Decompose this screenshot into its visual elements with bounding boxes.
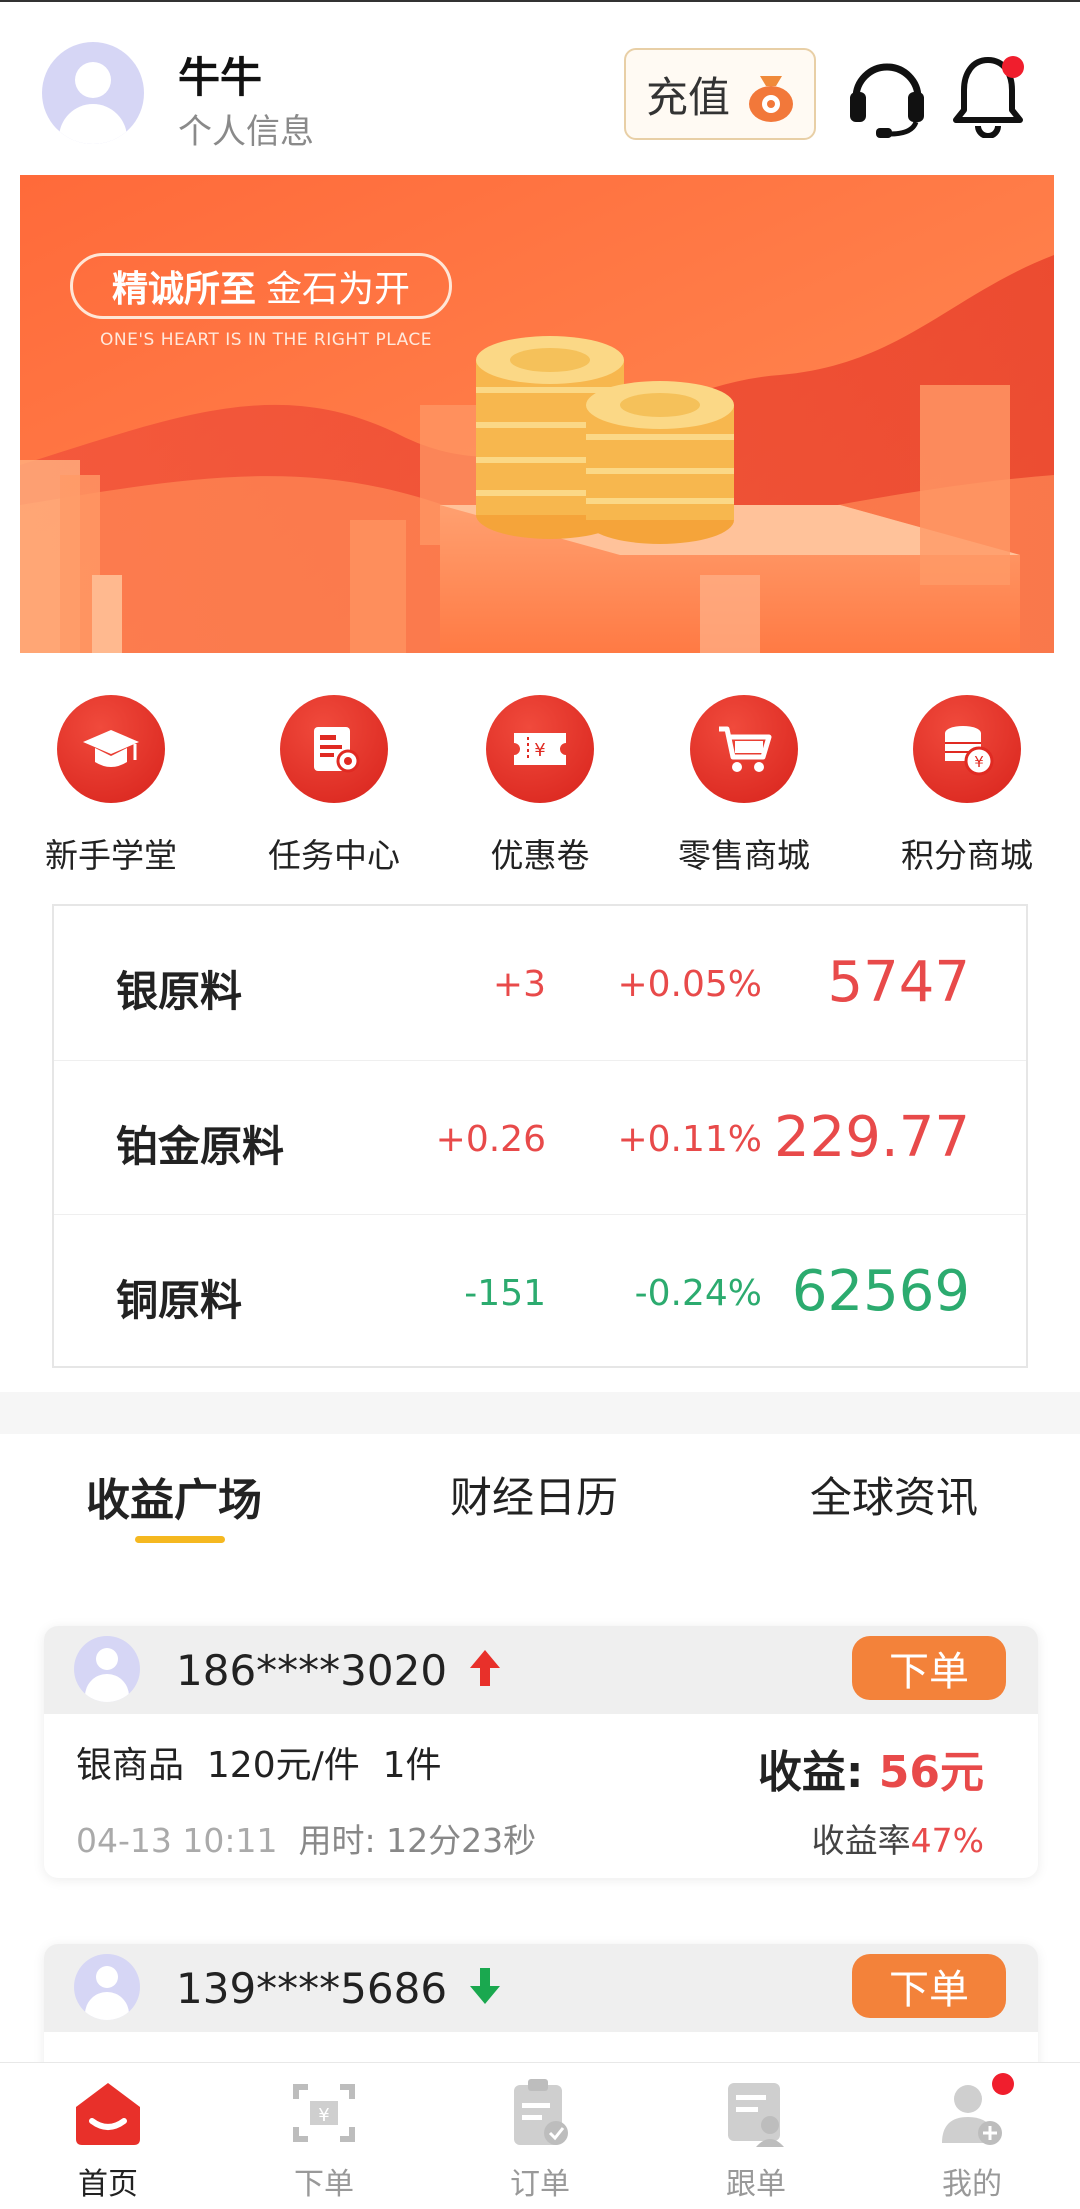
price-change-percent: +0.05% [617, 964, 762, 1005]
nav-item-mine[interactable]: 我的 [864, 2063, 1080, 2209]
card-phone: 186****3020 [176, 1646, 448, 1695]
menu-item-task-center[interactable]: 任务中心 [244, 695, 424, 877]
order-button[interactable]: 下单 [852, 1636, 1006, 1700]
card-time: 04-13 10:11 [76, 1821, 278, 1860]
price-value: 62569 [791, 1259, 970, 1324]
content-tabs: 收益广场 财经日历 全球资讯 [0, 1434, 1080, 1564]
tab-global-news[interactable]: 全球资讯 [810, 1464, 978, 1525]
section-divider [0, 1392, 1080, 1434]
menu-item-points-mall[interactable]: ¥ 积分商城 [877, 695, 1057, 877]
tab-finance-calendar[interactable]: 财经日历 [450, 1464, 618, 1525]
task-document-icon [314, 727, 360, 773]
menu-label: 积分商城 [901, 836, 1033, 875]
avatar[interactable] [42, 42, 144, 144]
price-row-platinum[interactable]: 铂金原料 +0.26 +0.11% 229.77 [54, 1060, 1026, 1214]
card-rate: 收益率47% [812, 1814, 984, 1862]
nav-label: 我的 [942, 2167, 1002, 2202]
card-used-value: 12分23秒 [386, 1821, 537, 1860]
card-phone: 139****5686 [176, 1964, 448, 2013]
nav-item-follow[interactable]: 跟单 [648, 2063, 864, 2209]
header: 牛牛 个人信息 充值 [0, 0, 1080, 170]
commodity-name: 铜原料 [116, 1276, 243, 1325]
price-row-copper[interactable]: 铜原料 -151 -0.24% 62569 [54, 1214, 1026, 1368]
follow-order-icon [728, 2083, 784, 2147]
menu-item-beginner-school[interactable]: 新手学堂 [21, 695, 201, 877]
card-body: 银商品 120元/件 1件 04-13 10:11 用时: 12分23秒 收益:… [44, 1714, 1038, 1878]
headset-icon[interactable] [846, 52, 928, 138]
price-value: 229.77 [774, 1105, 970, 1170]
avatar [74, 1954, 140, 2020]
banner-subtitle: ONE'S HEART IS IN THE RIGHT PLACE [100, 330, 433, 350]
banner-slogan-bold: 精诚所至 [111, 269, 256, 310]
order-button[interactable]: 下单 [852, 1954, 1006, 2018]
card-profit: 收益: 56元 [758, 1736, 984, 1800]
recharge-button[interactable]: 充值 [624, 48, 816, 140]
bottom-nav: 首页 ¥ 下单 订单 跟单 我的 [0, 2062, 1080, 2209]
quick-menu: 新手学堂 任务中心 ¥ 优惠卷 零售商城 ¥ 积分商城 [0, 695, 1080, 885]
nav-badge-dot [992, 2073, 1014, 2095]
order-scan-icon: ¥ [293, 2084, 355, 2142]
clipboard-icon [514, 2079, 568, 2145]
card-used-label: 用时: [298, 1821, 376, 1860]
card-header: 139****5686 下单 [44, 1944, 1038, 2032]
notification-dot [1002, 56, 1024, 78]
profit-amount: 56元 [878, 1747, 984, 1798]
svg-text:¥: ¥ [534, 740, 545, 761]
svg-text:¥: ¥ [974, 753, 984, 771]
rate-value: 47% [910, 1821, 984, 1860]
recharge-label: 充值 [646, 72, 731, 122]
commodity-name: 铂金原料 [116, 1122, 285, 1171]
user-name[interactable]: 牛牛 [178, 44, 262, 105]
nav-label: 订单 [510, 2167, 570, 2202]
avatar [74, 1636, 140, 1702]
arrow-up-icon [470, 1650, 500, 1686]
nav-label: 跟单 [726, 2167, 786, 2202]
commodity-name: 银原料 [116, 967, 243, 1016]
active-tab-indicator [135, 1536, 225, 1543]
shopping-cart-icon [719, 726, 772, 772]
profit-card[interactable]: 186****3020 下单 银商品 120元/件 1件 04-13 10:11… [44, 1626, 1038, 1878]
rate-label: 收益率 [811, 1821, 911, 1860]
money-bag-icon [749, 76, 793, 122]
price-ticker: 银原料 +3 +0.05% 5747 铂金原料 +0.26 +0.11% 229… [52, 904, 1028, 1368]
arrow-down-icon [470, 1968, 500, 2004]
price-row-silver[interactable]: 银原料 +3 +0.05% 5747 [54, 906, 1026, 1060]
banner-slogan-light: 金石为开 [266, 269, 411, 310]
menu-label: 零售商城 [678, 836, 810, 875]
promo-banner[interactable]: 精诚所至 金石为开 ONE'S HEART IS IN THE RIGHT PL… [20, 175, 1054, 653]
graduation-cap-icon [83, 730, 139, 767]
price-change-percent: +0.11% [617, 1119, 762, 1160]
notification-bell[interactable] [950, 52, 1026, 139]
nav-item-home[interactable]: 首页 [0, 2063, 216, 2209]
card-meta: 04-13 10:11 用时: 12分23秒 [76, 1814, 536, 1862]
menu-item-retail-mall[interactable]: 零售商城 [654, 695, 834, 877]
nav-item-order[interactable]: ¥ 下单 [216, 2063, 432, 2209]
price-change: +0.26 [435, 1119, 546, 1160]
price-change: -151 [464, 1273, 546, 1314]
tab-profit-square[interactable]: 收益广场 [86, 1464, 262, 1528]
home-icon [76, 2083, 140, 2145]
banner-slogan: 精诚所至 金石为开 [70, 253, 452, 319]
menu-label: 新手学堂 [45, 836, 177, 875]
profit-label: 收益: [757, 1747, 864, 1798]
menu-label: 优惠卷 [490, 836, 590, 875]
menu-label: 任务中心 [268, 836, 400, 875]
menu-item-coupon[interactable]: ¥ 优惠卷 [450, 695, 630, 877]
price-value: 5747 [827, 950, 970, 1015]
card-header: 186****3020 下单 [44, 1626, 1038, 1714]
nav-label: 首页 [78, 2167, 138, 2202]
svg-text:¥: ¥ [318, 2105, 329, 2126]
banner-illustration [20, 175, 1054, 653]
nav-label: 下单 [294, 2167, 354, 2202]
coupon-icon: ¥ [514, 733, 566, 765]
coin-stack-icon: ¥ [945, 726, 994, 776]
price-change-percent: -0.24% [634, 1273, 762, 1314]
card-product: 银商品 120元/件 1件 [76, 1745, 442, 1786]
price-change: +3 [492, 964, 546, 1005]
nav-item-orders[interactable]: 订单 [432, 2063, 648, 2209]
user-info-link[interactable]: 个人信息 [178, 104, 314, 153]
